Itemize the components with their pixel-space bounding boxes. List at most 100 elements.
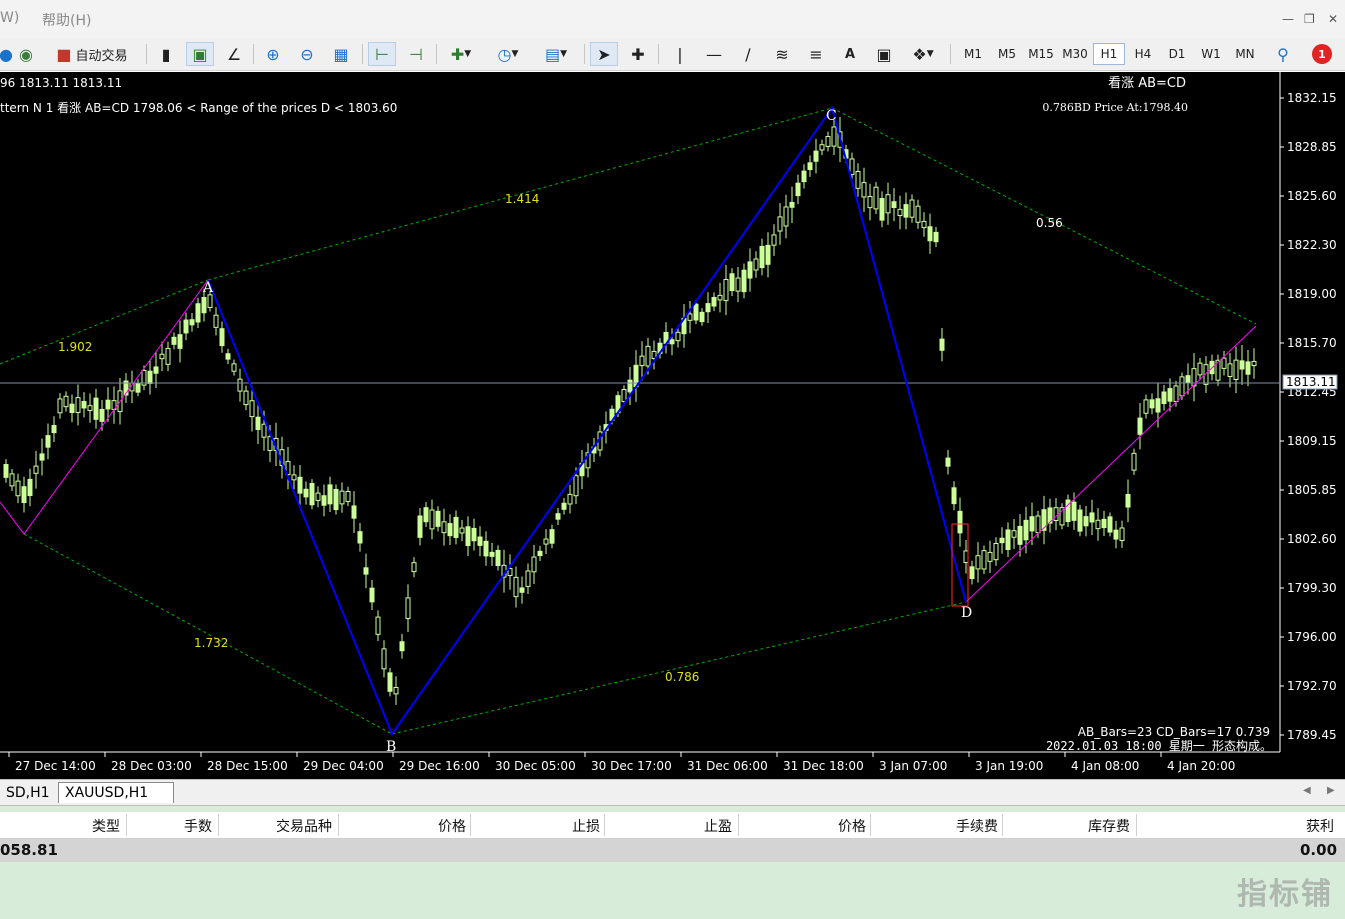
- auto-trade-button[interactable]: ■ 自动交易: [44, 42, 140, 66]
- candle-body: [975, 555, 981, 570]
- col-symbol[interactable]: 交易品种: [240, 816, 332, 836]
- toolbar-separator: [253, 44, 254, 64]
- indicators-icon[interactable]: ✚ ▼: [442, 42, 480, 66]
- candle-body: [537, 550, 543, 557]
- pattern-title: 看涨 AB=CD: [1108, 75, 1186, 91]
- timeframe-m30[interactable]: M30: [1059, 43, 1091, 65]
- chart-canvas[interactable]: 1.414 1.902 1.732 0.786 0.56 A B C D 96 …: [0, 72, 1345, 779]
- candle-body: [207, 294, 213, 308]
- chart-shift-icon[interactable]: ⊣: [402, 42, 430, 66]
- col-type[interactable]: 类型: [60, 816, 120, 836]
- menu-item-window[interactable]: W): [0, 10, 19, 26]
- candle-body: [3, 464, 9, 478]
- tab-next-icon[interactable]: ▶: [1327, 785, 1335, 796]
- trend-line-icon[interactable]: ∕: [734, 42, 762, 66]
- channel-icon[interactable]: ≋: [768, 42, 796, 66]
- candle-body: [303, 488, 309, 498]
- candle-body: [1053, 507, 1059, 521]
- col-commission[interactable]: 手续费: [910, 816, 998, 836]
- col-take-profit[interactable]: 止盈: [640, 816, 732, 836]
- price-label: 1815.70: [1287, 336, 1337, 350]
- point-d-label: D: [961, 605, 972, 621]
- timeframe-d1[interactable]: D1: [1161, 43, 1193, 65]
- tab-prev-icon[interactable]: ◀: [1303, 785, 1311, 796]
- price-chart[interactable]: 1.414 1.902 1.732 0.786 0.56 A B C D 96 …: [0, 72, 1345, 779]
- candle-body: [375, 616, 381, 635]
- candle-body: [261, 423, 267, 438]
- price-label: 1819.00: [1287, 287, 1337, 301]
- zoom-in-icon[interactable]: ⊕: [259, 42, 287, 66]
- candle-body: [987, 551, 993, 562]
- col-profit[interactable]: 获利: [1250, 816, 1334, 836]
- restore-icon[interactable]: ❐: [1304, 12, 1315, 26]
- col-current-price[interactable]: 价格: [780, 816, 866, 836]
- templates-icon[interactable]: ▤ ▼: [536, 42, 576, 66]
- auto-scroll-icon[interactable]: ⊢: [368, 42, 396, 66]
- balance-value: 058.81: [0, 841, 58, 859]
- candle-body: [693, 303, 699, 321]
- candle-body: [231, 363, 237, 372]
- toolbar-cut-icon[interactable]: ●: [0, 42, 13, 66]
- price-label: 1792.70: [1287, 679, 1337, 693]
- candle-body: [471, 527, 477, 542]
- price-label: 1828.85: [1287, 140, 1337, 154]
- notifications-icon[interactable]: 1: [1304, 42, 1340, 66]
- zoom-out-icon[interactable]: ⊖: [293, 42, 321, 66]
- col-stop-loss[interactable]: 止损: [510, 816, 600, 836]
- candle-body: [27, 478, 33, 497]
- text-label-icon[interactable]: ▣: [870, 42, 898, 66]
- candle-body: [159, 353, 165, 360]
- candle-body: [165, 347, 171, 365]
- candle-body: [813, 150, 819, 162]
- horizontal-line-icon[interactable]: —: [700, 42, 728, 66]
- time-label: 4 Jan 20:00: [1167, 759, 1235, 773]
- time-label: 29 Dec 16:00: [399, 759, 480, 773]
- search-icon[interactable]: ⚲: [1270, 42, 1296, 66]
- timeframe-m1[interactable]: M1: [957, 43, 989, 65]
- candle-body: [1029, 516, 1035, 532]
- menu-item-help[interactable]: 帮助(H): [42, 10, 91, 30]
- tile-windows-icon[interactable]: ▦: [327, 42, 355, 66]
- text-tool-icon[interactable]: A: [836, 42, 864, 66]
- candle-body: [993, 542, 999, 561]
- price-label: 1802.60: [1287, 532, 1337, 546]
- tab-sd-h1[interactable]: SD,H1: [0, 782, 56, 803]
- bar-chart-icon[interactable]: ▮: [152, 42, 180, 66]
- price-label: 1799.30: [1287, 581, 1337, 595]
- candle-body: [891, 201, 897, 208]
- col-price[interactable]: 价格: [380, 816, 466, 836]
- timeframe-h1[interactable]: H1: [1093, 43, 1125, 65]
- col-lots[interactable]: 手数: [140, 816, 212, 836]
- timeframe-mn[interactable]: MN: [1229, 43, 1261, 65]
- candle-body: [1233, 359, 1239, 380]
- signal-icon[interactable]: ◉: [14, 42, 38, 66]
- timeframe-w1[interactable]: W1: [1195, 43, 1227, 65]
- minimize-icon[interactable]: —: [1282, 12, 1294, 26]
- candle-body: [63, 395, 69, 408]
- crosshair-icon[interactable]: ✚: [624, 42, 652, 66]
- candle-body: [1071, 501, 1077, 521]
- timeframe-h4[interactable]: H4: [1127, 43, 1159, 65]
- candle-body: [927, 226, 933, 242]
- tab-xauusd-h1[interactable]: XAUUSD,H1: [58, 782, 174, 803]
- candle-body: [867, 195, 873, 209]
- periods-clock-icon[interactable]: ◷ ▼: [488, 42, 528, 66]
- candle-body: [639, 355, 645, 367]
- line-chart-icon[interactable]: ∠: [220, 42, 248, 66]
- candle-body: [879, 198, 885, 221]
- col-swap[interactable]: 库存费: [1040, 816, 1130, 836]
- timeframe-m5[interactable]: M5: [991, 43, 1023, 65]
- close-icon[interactable]: ✕: [1328, 12, 1338, 26]
- candle-body: [153, 366, 159, 374]
- balance-row[interactable]: 058.81 0.00: [0, 839, 1345, 862]
- arrows-icon[interactable]: ❖ ▼: [904, 42, 942, 66]
- candle-body: [825, 136, 831, 147]
- candlestick-chart-icon[interactable]: ▣: [186, 42, 214, 66]
- fibonacci-icon[interactable]: ≡: [802, 42, 830, 66]
- cursor-icon[interactable]: ➤: [590, 42, 618, 66]
- timeframe-m15[interactable]: M15: [1025, 43, 1057, 65]
- vertical-line-icon[interactable]: |: [666, 42, 694, 66]
- candle-body: [951, 487, 957, 505]
- ratio-1-732: 1.732: [194, 636, 228, 650]
- candle-body: [291, 474, 297, 481]
